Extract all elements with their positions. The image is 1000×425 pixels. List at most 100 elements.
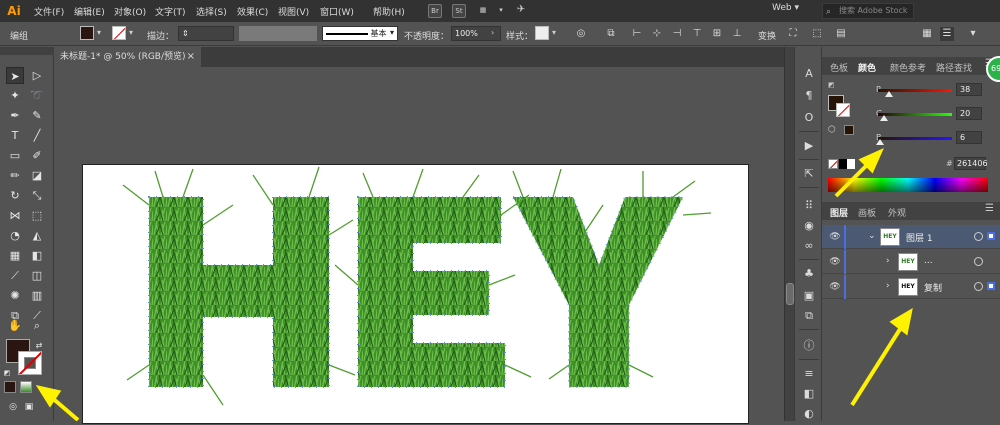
color-spectrum-ramp[interactable] (828, 178, 988, 192)
selection-indicator[interactable] (987, 232, 995, 240)
search-stock-input[interactable]: ⌕ 搜索 Adobe Stock (822, 3, 914, 19)
chevron-down-icon[interactable]: ▾ (966, 27, 980, 41)
hex-value-field[interactable]: 261406 (954, 157, 988, 170)
visibility-eye-icon[interactable]: 👁 (829, 281, 841, 293)
chevron-right-icon[interactable]: › (491, 28, 494, 37)
white-swatch[interactable] (847, 159, 855, 169)
graphic-style-swatch[interactable] (535, 26, 549, 40)
gpu-performance-icon[interactable]: ✈ (514, 4, 528, 18)
recolor-artwork-icon[interactable]: ◎ (574, 27, 588, 41)
layer-row[interactable]: 👁 › HEY ... (822, 250, 1000, 274)
red-value-field[interactable]: 38 (956, 83, 982, 96)
default-colors-icon[interactable]: ◩ (2, 365, 12, 382)
transparency-panel-icon[interactable]: ◐ (802, 407, 816, 421)
line-tool-icon[interactable]: ╱ (28, 127, 46, 144)
stroke-weight-field[interactable]: ⇕ (178, 26, 234, 41)
perspective-grid-icon[interactable]: ◭ (28, 227, 46, 244)
lasso-icon[interactable]: ➰ (28, 87, 46, 104)
green-value-field[interactable]: 20 (956, 107, 982, 120)
screen-mode-icon[interactable]: ▣ (20, 399, 38, 416)
swap-fill-stroke-icon[interactable]: ⇄ (34, 337, 44, 354)
free-transform-icon[interactable]: ⬚ (28, 207, 46, 224)
tab-pathfinder[interactable]: 路径查找 (936, 61, 972, 74)
none-mode-icon[interactable]: ⊘ (36, 381, 48, 394)
menu-type[interactable]: 文字(T) (155, 5, 186, 18)
green-slider[interactable] (878, 113, 952, 116)
bridge-button[interactable]: Br (428, 4, 442, 18)
opentype-panel-icon[interactable]: O (802, 111, 816, 125)
panel-menu-icon[interactable]: ☰ (985, 203, 994, 214)
pen-tool-icon[interactable]: ✒ (6, 107, 24, 124)
align-left-icon[interactable]: ⊢ (630, 27, 644, 41)
width-tool-icon[interactable]: ⋈ (6, 207, 24, 224)
links-panel-icon[interactable]: ∞ (802, 239, 816, 253)
stroke-color-box[interactable] (836, 103, 850, 117)
artboard[interactable] (82, 164, 749, 424)
asset-export-icon[interactable]: ▣ (802, 289, 816, 303)
chevron-right-icon[interactable]: › (886, 256, 890, 266)
align-center-icon[interactable]: ⊹ (650, 27, 664, 41)
tools-panel-header[interactable] (0, 47, 54, 55)
menu-window[interactable]: 窗口(W) (320, 5, 354, 18)
tab-artboards[interactable]: 画板 (858, 206, 876, 219)
character-panel-icon[interactable]: A (802, 67, 816, 81)
blend-tool-icon[interactable]: ◫ (28, 267, 46, 284)
menu-edit[interactable]: 编辑(E) (74, 5, 105, 18)
shape-builder-icon[interactable]: ◔ (6, 227, 24, 244)
selection-tool-icon[interactable]: ➤ (6, 67, 24, 84)
info-panel-icon[interactable]: ⓘ (802, 339, 816, 353)
align-to-icon[interactable]: ⧉ (604, 27, 618, 41)
menu-effect[interactable]: 效果(C) (237, 5, 268, 18)
curvature-tool-icon[interactable]: ✎ (28, 107, 46, 124)
zoom-tool-icon[interactable]: ⌕ (28, 317, 46, 334)
tab-swatches[interactable]: 色板 (830, 61, 848, 74)
align-right-icon[interactable]: ⊣ (670, 27, 684, 41)
blue-value-field[interactable]: 6 (956, 131, 982, 144)
chevron-down-icon[interactable]: ▾ (390, 28, 394, 37)
isolate-group-icon[interactable]: ⛶ (786, 27, 800, 41)
blue-slider[interactable] (878, 137, 952, 140)
edit-group-icon[interactable]: ⬚ (810, 27, 824, 41)
rectangle-tool-icon[interactable]: ▭ (6, 147, 24, 164)
stroke-swatch[interactable] (112, 26, 126, 40)
magic-wand-icon[interactable]: ✦ (6, 87, 24, 104)
control-panel-menu-icon[interactable]: ☰ (940, 27, 954, 41)
target-icon[interactable] (974, 257, 983, 266)
blue-slider-thumb[interactable] (875, 139, 884, 145)
symbols-panel-icon[interactable]: ♣ (802, 267, 816, 281)
out-of-gamut-icon[interactable]: ⬡ (828, 125, 836, 135)
stroke-panel-icon[interactable]: ≡ (802, 367, 816, 381)
gamut-swatch[interactable] (844, 125, 854, 135)
close-icon[interactable]: × (187, 47, 195, 67)
align-bottom-icon[interactable]: ⊥ (730, 27, 744, 41)
rotate-tool-icon[interactable]: ↻ (6, 187, 24, 204)
tab-layers[interactable]: 图层 (830, 206, 848, 219)
layer-row[interactable]: 👁 › HEY 复制 (822, 275, 1000, 299)
tab-color[interactable]: 颜色 (858, 61, 876, 74)
target-icon[interactable] (974, 282, 983, 291)
actions-panel-icon[interactable]: ▶ (802, 139, 816, 153)
arrange-documents-icon[interactable]: ▦ (476, 4, 490, 18)
document-tab[interactable]: 未标题-1* @ 50% (RGB/预览) × (54, 47, 201, 67)
selection-indicator[interactable] (987, 282, 995, 290)
menu-view[interactable]: 视图(V) (278, 5, 309, 18)
canvas-area[interactable] (54, 67, 784, 424)
export-panel-icon[interactable]: ⇱ (802, 167, 816, 181)
align-middle-icon[interactable]: ⊞ (710, 27, 724, 41)
variable-width-profile[interactable] (239, 26, 317, 41)
type-tool-icon[interactable]: T (6, 127, 24, 144)
column-graph-icon[interactable]: ▥ (28, 287, 46, 304)
layer-name[interactable]: 复制 (924, 281, 942, 294)
chevron-down-icon[interactable]: ▾ (552, 28, 556, 37)
grass-hey-artwork[interactable] (83, 165, 750, 425)
mesh-tool-icon[interactable]: ▦ (6, 247, 24, 264)
workspace-switcher[interactable]: Web ▾ (772, 3, 810, 19)
menu-file[interactable]: 文件(F) (34, 5, 64, 18)
stroke-color-box[interactable] (18, 351, 42, 375)
layer-row[interactable]: 👁 ⌄ HEY 图层 1 (822, 225, 1000, 249)
chevron-down-icon[interactable]: ▾ (494, 4, 508, 18)
tab-appearance[interactable]: 外观 (888, 206, 906, 219)
vertical-scrollbar[interactable] (784, 47, 794, 421)
transform-button[interactable]: 变换 (758, 29, 776, 42)
black-swatch[interactable] (839, 159, 847, 169)
